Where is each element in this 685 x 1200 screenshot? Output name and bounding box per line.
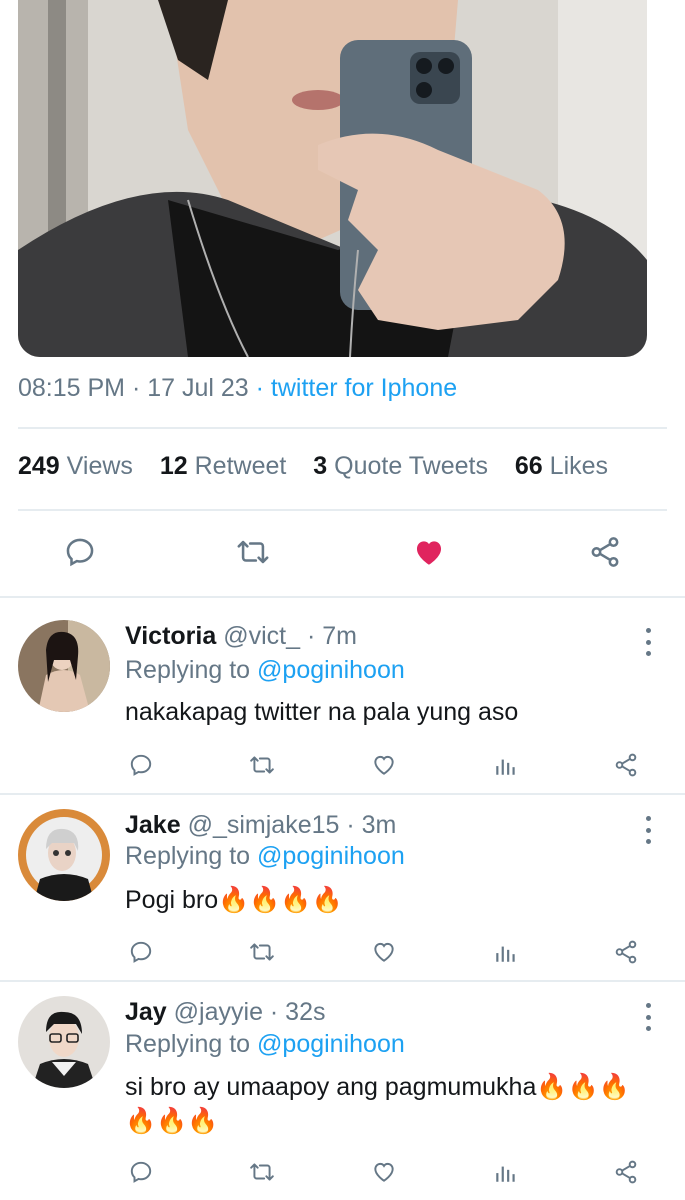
stat-retweets[interactable]: 12 Retweet: [160, 452, 286, 480]
retweet-icon[interactable]: [246, 1157, 278, 1187]
share-icon[interactable]: [611, 750, 641, 780]
share-icon[interactable]: [611, 937, 641, 967]
reply-author: Victoria @vict_ · 7m: [125, 622, 357, 651]
reply-tweet[interactable]: Victoria @vict_ · 7m Replying to @pogini…: [0, 598, 685, 793]
reply-text: nakakapag twitter na pala yung aso: [125, 698, 519, 726]
share-icon[interactable]: [585, 532, 625, 572]
reply-handle[interactable]: @_simjake15: [188, 811, 340, 839]
share-icon[interactable]: [611, 1157, 641, 1187]
more-options-icon[interactable]: [640, 816, 656, 844]
analytics-icon[interactable]: [491, 937, 521, 967]
reply-text: si bro ay umaapoy ang pagmumukha🔥🔥🔥🔥🔥🔥: [125, 1073, 630, 1135]
replying-to-handle[interactable]: @poginihoon: [257, 842, 405, 870]
retweet-icon[interactable]: [246, 937, 278, 967]
reply-handle[interactable]: @jayyie: [174, 998, 263, 1026]
reply-display-name[interactable]: Victoria: [125, 622, 216, 650]
reply-time: · 7m: [300, 622, 357, 650]
reply-author: Jake @_simjake15 · 3m: [125, 811, 396, 840]
replying-to: Replying to @poginihoon: [125, 842, 405, 870]
tweet-source-link[interactable]: · twitter for Iphone: [249, 374, 458, 402]
reply-icon[interactable]: [126, 1157, 156, 1187]
reply-time: · 32s: [262, 998, 326, 1026]
retweet-icon[interactable]: [246, 750, 278, 780]
reply-author: Jay @jayyie · 32s: [125, 998, 326, 1027]
reply-icon[interactable]: [126, 750, 156, 780]
reply-text: Pogi bro🔥🔥🔥🔥: [125, 886, 343, 914]
replying-to-handle[interactable]: @poginihoon: [257, 656, 405, 684]
tweet-action-bar: [0, 530, 685, 576]
reply-time: · 3m: [339, 811, 397, 839]
more-options-icon[interactable]: [640, 1003, 656, 1031]
like-icon[interactable]: [369, 1157, 399, 1187]
reply-tweet[interactable]: Jay @jayyie · 32s Replying to @poginihoo…: [0, 982, 685, 1200]
analytics-icon[interactable]: [491, 1157, 521, 1187]
divider: [18, 509, 667, 511]
reply-display-name[interactable]: Jay: [125, 998, 167, 1026]
stat-quote-tweets[interactable]: 3 Quote Tweets: [313, 452, 488, 480]
stat-likes[interactable]: 66 Likes: [515, 452, 608, 480]
avatar[interactable]: [18, 620, 110, 712]
tweet-date: 17 Jul 23: [147, 374, 249, 402]
divider: [18, 427, 667, 429]
analytics-icon[interactable]: [491, 750, 521, 780]
replying-to: Replying to @poginihoon: [125, 1030, 405, 1058]
tweet-photo[interactable]: [18, 0, 647, 357]
replying-to: Replying to @poginihoon: [125, 656, 405, 684]
more-options-icon[interactable]: [640, 628, 656, 656]
reply-icon[interactable]: [126, 937, 156, 967]
heart-filled-icon[interactable]: [409, 532, 449, 572]
tweet-time: 08:15 PM: [18, 374, 126, 402]
like-icon[interactable]: [369, 750, 399, 780]
tweet-meta: 08:15 PM · 17 Jul 23 · twitter for Iphon…: [18, 374, 458, 402]
retweet-icon[interactable]: [233, 532, 273, 572]
avatar[interactable]: [18, 809, 110, 901]
reply-tweet[interactable]: Jake @_simjake15 · 3m Replying to @pogin…: [0, 795, 685, 980]
reply-handle[interactable]: @vict_: [223, 622, 300, 650]
like-icon[interactable]: [369, 937, 399, 967]
avatar[interactable]: [18, 996, 110, 1088]
reply-display-name[interactable]: Jake: [125, 811, 181, 839]
replying-to-handle[interactable]: @poginihoon: [257, 1030, 405, 1058]
reply-icon[interactable]: [60, 532, 100, 572]
tweet-stats: 249 Views 12 Retweet 3 Quote Tweets 66 L…: [18, 452, 608, 481]
stat-views[interactable]: 249 Views: [18, 452, 133, 480]
